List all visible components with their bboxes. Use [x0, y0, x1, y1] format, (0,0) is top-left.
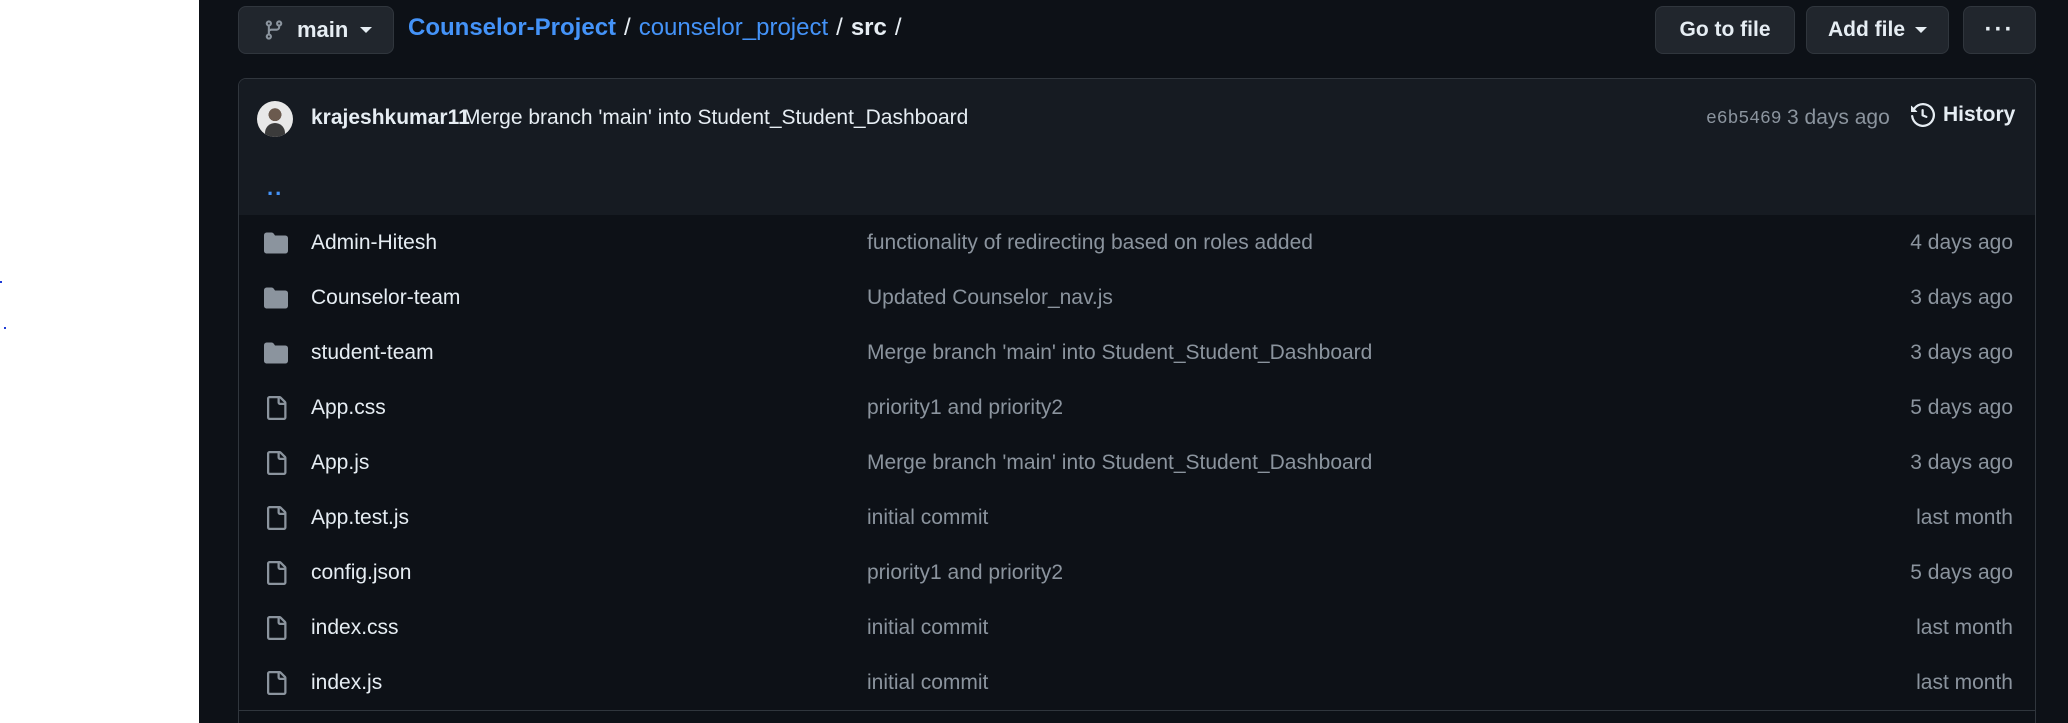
add-file-label: Add file [1828, 18, 1905, 41]
add-file-button[interactable]: Add file [1806, 6, 1949, 54]
file-commit-time: 5 days ago [1910, 396, 2013, 419]
history-label: History [1943, 103, 2016, 126]
breadcrumb-separator: / [836, 14, 843, 41]
file-icon [263, 671, 289, 695]
commit-time: 3 days ago [1787, 106, 1890, 129]
breadcrumb-folder-link[interactable]: counselor_project [639, 14, 828, 42]
file-name-link[interactable]: App.test.js [311, 506, 409, 530]
go-to-file-button[interactable]: Go to file [1655, 6, 1795, 54]
breadcrumb-separator: / [894, 14, 902, 41]
folder-icon [263, 286, 289, 310]
avatar[interactable] [257, 101, 293, 137]
left-artifact-dot [0, 281, 2, 283]
git-branch-icon [265, 20, 283, 40]
file-name-link[interactable]: student-team [311, 341, 434, 365]
file-name-link[interactable]: index.js [311, 671, 382, 695]
file-name-link[interactable]: App.css [311, 396, 386, 420]
file-name-link[interactable]: App.js [311, 451, 369, 475]
breadcrumb: Counselor-Project / counselor_project / … [408, 14, 910, 42]
more-options-button[interactable]: ··· [1963, 6, 2036, 54]
file-row[interactable]: App.test.js initial commit last month [239, 490, 2035, 546]
file-commit-message-link[interactable]: Merge branch 'main' into Student_Student… [867, 451, 1372, 475]
file-icon [263, 506, 289, 530]
file-commit-message-link[interactable]: Updated Counselor_nav.js [867, 286, 1113, 310]
chevron-down-icon [360, 27, 373, 33]
left-artifact-dot [4, 327, 6, 329]
file-commit-message-link[interactable]: priority1 and priority2 [867, 396, 1063, 420]
left-blank-panel [0, 0, 199, 723]
history-link[interactable]: History [1911, 103, 2015, 127]
file-commit-message-link[interactable]: priority1 and priority2 [867, 561, 1063, 585]
file-name-link[interactable]: Counselor-team [311, 286, 460, 310]
file-commit-time: 3 days ago [1910, 286, 2013, 309]
file-row[interactable]: Admin-Hitesh functionality of redirecting… [239, 215, 2035, 271]
file-row[interactable]: App.js Merge branch 'main' into Student_S… [239, 435, 2035, 491]
commit-author-link[interactable]: krajeshkumar11 [311, 106, 470, 130]
breadcrumb-separator: / [624, 14, 631, 41]
file-name-link[interactable]: config.json [311, 561, 411, 585]
history-icon [1911, 103, 1935, 127]
file-table: krajeshkumar11 Merge branch 'main' into … [238, 78, 2036, 723]
file-row[interactable]: student-team Merge branch 'main' into Stu… [239, 325, 2035, 381]
file-row[interactable]: index.css initial commit last month [239, 600, 2035, 656]
file-commit-time: last month [1916, 616, 2013, 639]
file-row[interactable]: App.css priority1 and priority2 5 days ago [239, 380, 2035, 436]
latest-commit-bar: krajeshkumar11 Merge branch 'main' into … [239, 79, 2035, 162]
file-commit-message-link[interactable]: functionality of redirecting based on ro… [867, 231, 1313, 255]
file-commit-time: 4 days ago [1910, 231, 2013, 254]
file-icon [263, 561, 289, 585]
file-commit-message-link[interactable]: Merge branch 'main' into Student_Student… [867, 341, 1372, 365]
file-commit-time: last month [1916, 671, 2013, 694]
file-row[interactable]: Counselor-team Updated Counselor_nav.js 3 … [239, 270, 2035, 326]
file-commit-time: 3 days ago [1910, 451, 2013, 474]
folder-icon [263, 341, 289, 365]
kebab-horizontal-icon: ··· [1984, 16, 2015, 43]
file-commit-message-link[interactable]: initial commit [867, 671, 988, 695]
branch-name: main [297, 17, 349, 42]
file-commit-time: 3 days ago [1910, 341, 2013, 364]
folder-icon [263, 231, 289, 255]
file-icon [263, 451, 289, 475]
breadcrumb-current: src [850, 14, 887, 41]
file-commit-message-link[interactable]: initial commit [867, 506, 988, 530]
chevron-down-icon [1915, 27, 1927, 33]
file-row[interactable]: config.json priority1 and priority2 5 days… [239, 545, 2035, 601]
file-commit-message-link[interactable]: initial commit [867, 616, 988, 640]
breadcrumb-repo-link[interactable]: Counselor-Project [408, 14, 616, 42]
file-commit-time: 5 days ago [1910, 561, 2013, 584]
file-name-link[interactable]: index.css [311, 616, 399, 640]
parent-directory-link[interactable]: .. [267, 175, 283, 201]
branch-selector-button[interactable]: main [238, 6, 394, 54]
commit-message-link[interactable]: Merge branch 'main' into Student_Student… [463, 106, 968, 130]
file-name-link[interactable]: Admin-Hitesh [311, 231, 437, 255]
commit-sha-link[interactable]: e6b5469 [1706, 109, 1782, 129]
repo-browser: main Counselor-Project / counselor_proje… [199, 0, 2068, 723]
file-icon [263, 396, 289, 420]
file-icon [263, 616, 289, 640]
parent-directory-row[interactable]: .. [239, 161, 2035, 216]
go-to-file-label: Go to file [1679, 18, 1771, 41]
file-commit-time: last month [1916, 506, 2013, 529]
file-row[interactable]: index.js initial commit last month [239, 655, 2035, 711]
